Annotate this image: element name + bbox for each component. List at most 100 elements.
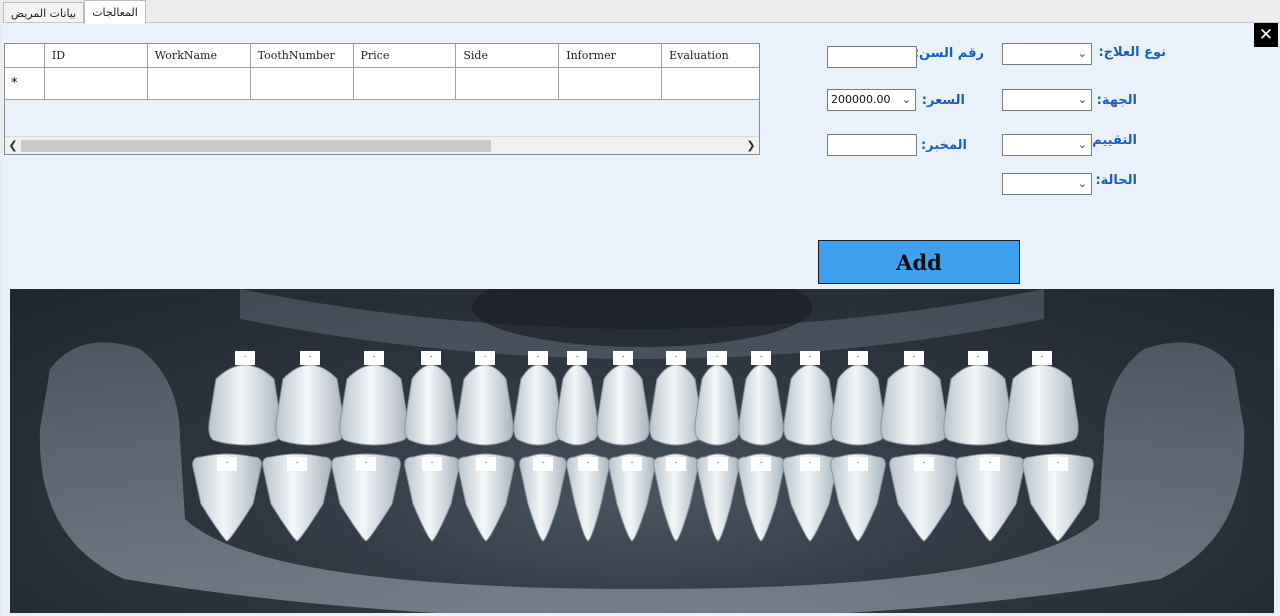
upper-tooth[interactable]: [1005, 364, 1079, 446]
upper-tooth-number-box[interactable]: .: [613, 351, 633, 365]
scroll-thumb[interactable]: [21, 140, 491, 152]
chevron-down-icon: ⌄: [1077, 138, 1087, 151]
upper-tooth[interactable]: [596, 364, 650, 446]
upper-tooth-number-box[interactable]: .: [475, 351, 495, 365]
column-header-evaluation[interactable]: Evaluation: [662, 44, 759, 67]
chevron-down-icon: ⌄: [901, 93, 911, 106]
new-row-marker: *: [5, 68, 45, 99]
upper-tooth-number-box[interactable]: .: [800, 351, 820, 365]
chevron-down-icon: ⌄: [1077, 93, 1087, 106]
dental-xray-chart: ................................: [10, 289, 1274, 613]
tab-treatments[interactable]: المعالجات: [84, 0, 146, 24]
upper-tooth[interactable]: [943, 364, 1013, 446]
column-header-informer[interactable]: Informer: [559, 44, 663, 67]
informer-field[interactable]: [827, 134, 917, 156]
treatments-grid[interactable]: ID WorkName ToothNumber Price Side Infor…: [4, 43, 760, 155]
lower-tooth-number-box[interactable]: .: [476, 457, 496, 471]
tab-patient-label: بيانات المريض: [10, 6, 77, 20]
upper-tooth-number-box[interactable]: .: [421, 351, 441, 365]
lower-tooth-number-box[interactable]: .: [1048, 457, 1068, 471]
status-select[interactable]: ⌄: [1002, 173, 1092, 195]
price-select[interactable]: 200000.00 ⌄: [827, 89, 916, 111]
tab-treatments-label: المعالجات: [92, 6, 138, 19]
add-button[interactable]: Add: [818, 240, 1020, 284]
lower-tooth-number-box[interactable]: .: [422, 457, 442, 471]
upper-tooth-number-box[interactable]: .: [300, 351, 320, 365]
lower-tooth-number-box[interactable]: .: [287, 457, 307, 471]
cell-toothnumber[interactable]: [251, 68, 354, 99]
row-header-corner: [5, 44, 45, 67]
side-select[interactable]: ⌄: [1002, 89, 1092, 111]
lower-tooth-number-box[interactable]: .: [708, 457, 728, 471]
column-header-id[interactable]: ID: [45, 44, 148, 67]
upper-tooth-number-box[interactable]: .: [904, 351, 924, 365]
jaw-xray-image: [39, 289, 1245, 613]
lower-tooth-number-box[interactable]: .: [578, 457, 598, 471]
upper-tooth[interactable]: [404, 364, 458, 446]
lower-tooth-number-box[interactable]: .: [217, 457, 237, 471]
upper-tooth[interactable]: [208, 364, 282, 446]
upper-tooth[interactable]: [275, 364, 345, 446]
treatment-type-select[interactable]: ⌄: [1002, 43, 1092, 65]
upper-tooth-number-box[interactable]: .: [235, 351, 255, 365]
column-header-side[interactable]: Side: [456, 44, 560, 67]
side-label: الجهة:: [1096, 93, 1137, 108]
lower-tooth-number-box[interactable]: .: [914, 457, 934, 471]
lower-tooth-number-box[interactable]: .: [666, 457, 686, 471]
informer-label: المخبر:: [920, 138, 967, 153]
tooth-number-label: رقم السن:: [913, 46, 984, 61]
lower-tooth-number-box[interactable]: .: [622, 457, 642, 471]
column-header-toothnumber[interactable]: ToothNumber: [251, 44, 354, 67]
horizontal-scrollbar[interactable]: ❮ ❯: [5, 136, 759, 154]
cell-workname[interactable]: [148, 68, 251, 99]
cell-evaluation[interactable]: [662, 68, 759, 99]
upper-tooth[interactable]: [830, 364, 886, 446]
upper-tooth[interactable]: [555, 364, 599, 446]
lower-tooth-number-box[interactable]: .: [980, 457, 1000, 471]
upper-tooth-number-box[interactable]: .: [364, 351, 384, 365]
upper-tooth[interactable]: [649, 364, 703, 446]
close-button[interactable]: ✕: [1254, 23, 1278, 47]
upper-tooth[interactable]: [694, 364, 740, 446]
price-value: 200000.00: [831, 93, 891, 106]
upper-tooth-number-box[interactable]: .: [707, 351, 727, 365]
upper-tooth-number-box[interactable]: .: [751, 351, 771, 365]
upper-tooth-number-box[interactable]: .: [1032, 351, 1052, 365]
upper-teeth: [208, 364, 1079, 446]
upper-tooth[interactable]: [456, 364, 514, 446]
tooth-number-field[interactable]: [827, 46, 917, 68]
upper-tooth-number-box[interactable]: .: [848, 351, 868, 365]
lower-tooth-number-box[interactable]: .: [751, 457, 771, 471]
lower-tooth-number-box[interactable]: .: [356, 457, 376, 471]
table-row-new[interactable]: *: [5, 68, 759, 100]
upper-tooth[interactable]: [513, 364, 563, 446]
upper-tooth[interactable]: [339, 364, 409, 446]
scroll-right-icon[interactable]: ❯: [743, 137, 759, 154]
upper-tooth[interactable]: [738, 364, 784, 446]
lower-teeth: [192, 453, 1094, 542]
lower-tooth-number-box[interactable]: .: [800, 457, 820, 471]
price-label: السعر:: [921, 93, 965, 108]
close-icon: ✕: [1258, 24, 1274, 45]
cell-price[interactable]: [354, 68, 457, 99]
evaluation-select[interactable]: ⌄: [1002, 134, 1092, 156]
lower-tooth-number-box[interactable]: .: [533, 457, 553, 471]
cell-informer[interactable]: [559, 68, 663, 99]
cell-id[interactable]: [45, 68, 148, 99]
chevron-down-icon: ⌄: [1077, 177, 1087, 190]
grid-header: ID WorkName ToothNumber Price Side Infor…: [5, 44, 759, 68]
treatment-type-label: نوع العلاج:: [1098, 45, 1166, 60]
upper-tooth[interactable]: [783, 364, 837, 446]
column-header-price[interactable]: Price: [354, 44, 457, 67]
scroll-left-icon[interactable]: ❮: [5, 137, 21, 154]
column-header-workname[interactable]: WorkName: [148, 44, 251, 67]
lower-tooth-number-box[interactable]: .: [848, 457, 868, 471]
tab-patient-data[interactable]: بيانات المريض: [3, 2, 84, 23]
upper-tooth-number-box[interactable]: .: [528, 351, 548, 365]
cell-side[interactable]: [456, 68, 560, 99]
upper-tooth[interactable]: [880, 364, 948, 446]
upper-tooth-number-box[interactable]: .: [567, 351, 587, 365]
upper-tooth-number-box[interactable]: .: [968, 351, 988, 365]
status-label: الحالة:: [1095, 173, 1137, 188]
upper-tooth-number-box[interactable]: .: [666, 351, 686, 365]
